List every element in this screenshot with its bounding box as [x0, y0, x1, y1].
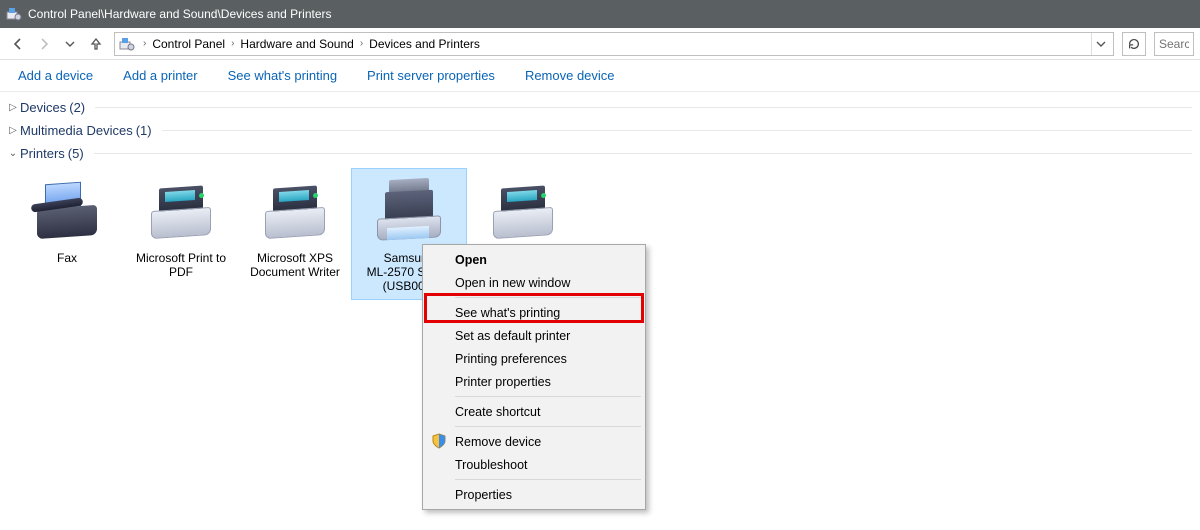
ctx-remove-device[interactable]: Remove device [425, 430, 643, 453]
address-bar[interactable]: › Control Panel › Hardware and Sound › D… [114, 32, 1114, 56]
context-menu: Open Open in new window See what's print… [422, 244, 646, 510]
item-label: Fax [12, 251, 122, 265]
search-box[interactable] [1154, 32, 1194, 56]
chevron-right-icon[interactable]: › [356, 38, 367, 49]
chevron-down-icon: ⌄ [6, 148, 20, 159]
print-server-properties-button[interactable]: Print server properties [363, 64, 499, 87]
chevron-right-icon[interactable]: › [227, 38, 238, 49]
ctx-printing-preferences[interactable]: Printing preferences [425, 347, 643, 370]
group-count: (1) [136, 123, 152, 138]
ctx-open-new-window[interactable]: Open in new window [425, 271, 643, 294]
refresh-button[interactable] [1122, 32, 1146, 56]
divider [455, 396, 641, 397]
ctx-printer-properties[interactable]: Printer properties [425, 370, 643, 393]
group-header-devices[interactable]: ▷ Devices (2) [0, 96, 1200, 119]
ctx-label: Troubleshoot [455, 458, 528, 472]
printer-icon [141, 173, 221, 245]
multifunction-printer-icon [369, 173, 449, 245]
group-count: (5) [68, 146, 84, 161]
search-input[interactable] [1157, 36, 1191, 52]
fax-icon [27, 173, 107, 245]
group-count: (2) [69, 100, 85, 115]
nav-row: › Control Panel › Hardware and Sound › D… [0, 28, 1200, 60]
printer-item-microsoft-print-to-pdf[interactable]: Microsoft Print to PDF [124, 169, 238, 299]
divider [95, 107, 1192, 108]
printer-item-microsoft-xps[interactable]: Microsoft XPS Document Writer [238, 169, 352, 299]
chevron-right-icon: ▷ [6, 102, 20, 113]
ctx-label: Printing preferences [455, 352, 567, 366]
printer-item-fax[interactable]: Fax [10, 169, 124, 299]
breadcrumb-item[interactable]: Hardware and Sound [238, 37, 355, 51]
ctx-open[interactable]: Open [425, 248, 643, 271]
chevron-right-icon[interactable]: › [139, 38, 150, 49]
up-button[interactable] [84, 32, 108, 56]
item-label: Microsoft Print to PDF [126, 251, 236, 279]
ctx-label: Set as default printer [455, 329, 570, 343]
divider [162, 130, 1192, 131]
ctx-label: Open [455, 253, 487, 267]
group-header-printers[interactable]: ⌄ Printers (5) [0, 142, 1200, 165]
ctx-create-shortcut[interactable]: Create shortcut [425, 400, 643, 423]
ctx-set-default-printer[interactable]: Set as default printer [425, 324, 643, 347]
printer-icon [483, 173, 563, 245]
chevron-right-icon: ▷ [6, 125, 20, 136]
ctx-troubleshoot[interactable]: Troubleshoot [425, 453, 643, 476]
group-label: Multimedia Devices [20, 123, 133, 138]
ctx-label: Open in new window [455, 276, 570, 290]
add-printer-button[interactable]: Add a printer [119, 64, 201, 87]
group-label: Printers [20, 146, 65, 161]
recent-locations-button[interactable] [58, 32, 82, 56]
devices-printers-icon [119, 36, 135, 52]
see-whats-printing-button[interactable]: See what's printing [224, 64, 341, 87]
add-device-button[interactable]: Add a device [14, 64, 97, 87]
divider [455, 479, 641, 480]
devices-printers-icon [6, 6, 22, 22]
divider [455, 426, 641, 427]
breadcrumb-item[interactable]: Control Panel [150, 37, 227, 51]
ctx-label: Properties [455, 488, 512, 502]
group-label: Devices [20, 100, 66, 115]
item-label: Microsoft XPS Document Writer [240, 251, 350, 279]
forward-button[interactable] [32, 32, 56, 56]
remove-device-button[interactable]: Remove device [521, 64, 619, 87]
annotation-highlight [424, 293, 644, 323]
ctx-label: Printer properties [455, 375, 551, 389]
ctx-label: Remove device [455, 435, 541, 449]
group-header-multimedia[interactable]: ▷ Multimedia Devices (1) [0, 119, 1200, 142]
shield-icon [431, 433, 447, 452]
ctx-label: Create shortcut [455, 405, 540, 419]
titlebar: Control Panel\Hardware and Sound\Devices… [0, 0, 1200, 28]
ctx-properties[interactable]: Properties [425, 483, 643, 506]
address-dropdown-button[interactable] [1091, 33, 1109, 55]
command-bar: Add a device Add a printer See what's pr… [0, 60, 1200, 92]
divider [94, 153, 1192, 154]
titlebar-path: Control Panel\Hardware and Sound\Devices… [28, 7, 332, 21]
breadcrumb-item[interactable]: Devices and Printers [367, 37, 482, 51]
back-button[interactable] [6, 32, 30, 56]
printer-icon [255, 173, 335, 245]
